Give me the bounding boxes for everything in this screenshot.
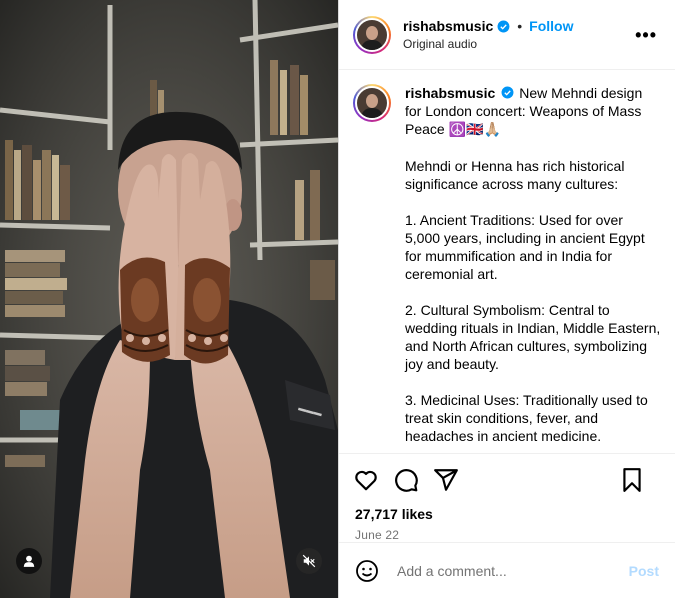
video-frame: ▬▬▬: [0, 0, 338, 598]
author-avatar[interactable]: [353, 15, 391, 54]
caption-section: rishabsmusic New Mehndi design for Londo…: [339, 70, 675, 454]
caption-username[interactable]: rishabsmusic: [405, 85, 495, 101]
action-bar: [339, 454, 675, 506]
bookmark-icon[interactable]: [619, 467, 645, 493]
caption-author-avatar[interactable]: [353, 84, 391, 122]
caption-text: rishabsmusic New Mehndi design for Londo…: [405, 84, 661, 445]
follow-button[interactable]: Follow: [529, 18, 573, 34]
author-username[interactable]: rishabsmusic: [403, 18, 493, 34]
post-container: ▬▬▬ rishabsmusic • Follow Original audio…: [0, 0, 675, 600]
verified-badge-icon: [497, 20, 510, 32]
caption-paragraph: 1. Ancient Traditions: Used for over 5,0…: [405, 212, 645, 282]
verified-badge-icon: [501, 86, 514, 99]
post-header: rishabsmusic • Follow Original audio •••: [339, 0, 675, 70]
emoji-icon[interactable]: [355, 559, 379, 583]
audio-link[interactable]: Original audio: [403, 37, 574, 51]
post-comment-button[interactable]: Post: [629, 563, 659, 579]
comment-bar: Post: [339, 542, 675, 598]
share-icon[interactable]: [433, 467, 459, 493]
caption-emojis: ☮️🇬🇧🙏🏼: [448, 122, 501, 138]
separator-dot: •: [517, 18, 523, 34]
mute-button[interactable]: [296, 548, 322, 574]
post-side-panel: rishabsmusic • Follow Original audio •••…: [339, 0, 675, 598]
video-player[interactable]: ▬▬▬: [0, 0, 339, 598]
author-info: rishabsmusic • Follow Original audio: [403, 18, 574, 51]
likes-count[interactable]: 27,717 likes: [339, 506, 675, 522]
more-options-icon[interactable]: •••: [635, 25, 657, 46]
comment-icon[interactable]: [393, 467, 419, 493]
comment-input[interactable]: [395, 561, 629, 580]
heart-icon[interactable]: [353, 467, 379, 493]
caption-paragraph: 3. Medicinal Uses: Traditionally used to…: [405, 392, 648, 444]
mute-icon: [302, 554, 316, 568]
user-tag-button[interactable]: [16, 548, 42, 574]
user-tag-icon: [23, 555, 35, 567]
caption-paragraph: Mehndi or Henna has rich historical sign…: [405, 158, 625, 192]
post-date[interactable]: June 22: [339, 528, 675, 542]
caption-paragraph: 2. Cultural Symbolism: Central to weddin…: [405, 302, 661, 372]
